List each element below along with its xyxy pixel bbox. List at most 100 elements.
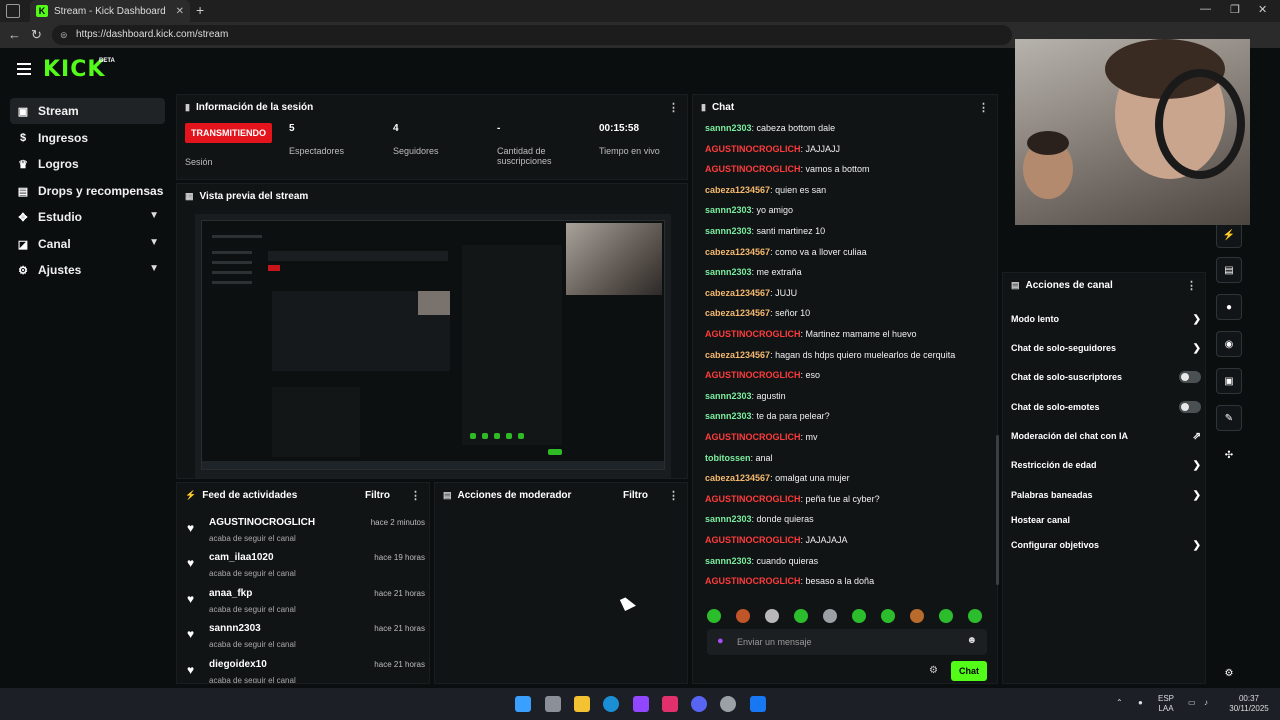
chat-username[interactable]: cabeza1234567 <box>705 288 770 298</box>
action-ai-moderation[interactable]: Moderación del chat con IA ⇗ <box>1011 426 1203 446</box>
chat-message[interactable]: cabeza1234567: quien es san <box>705 185 826 195</box>
sidebar-item-estudio[interactable]: ✥ Estudio ▼ <box>10 204 165 230</box>
settings-icon[interactable]: ⚙ <box>1216 660 1242 686</box>
action-followers-only[interactable]: Chat de solo-seguidores ❯ <box>1011 338 1203 358</box>
chat-username[interactable]: AGUSTINOCROGLICH <box>705 164 801 174</box>
volume-icon[interactable]: ♪ <box>1204 698 1208 708</box>
url-field[interactable]: ⊜ https://dashboard.kick.com/stream <box>52 25 1012 45</box>
back-icon[interactable]: ← <box>8 27 21 42</box>
chat-message[interactable]: sannn2303: agustin <box>705 391 786 401</box>
action-configure-goals[interactable]: Configurar objetivos ❯ <box>1011 535 1203 555</box>
chat-input[interactable] <box>737 633 957 651</box>
sidebar-item-canal[interactable]: ◪ Canal ▼ <box>10 231 165 257</box>
file-explorer-icon[interactable] <box>574 696 590 712</box>
list-item[interactable]: ♥ AGUSTINOCROGLICH acaba de seguir el ca… <box>185 517 425 551</box>
chat-username[interactable]: AGUSTINOCROGLICH <box>705 370 801 380</box>
emote-icon[interactable] <box>910 609 924 623</box>
chat-username[interactable]: sannn2303 <box>705 205 752 215</box>
chat-message[interactable]: AGUSTINOCROGLICH: peña fue al cyber? <box>705 494 880 504</box>
microphone-tray-icon[interactable]: ● <box>1138 698 1143 708</box>
chat-username[interactable]: cabeza1234567 <box>705 473 770 483</box>
action-slow-mode[interactable]: Modo lento ❯ <box>1011 309 1203 329</box>
chat-message[interactable]: cabeza1234567: señor 10 <box>705 308 810 318</box>
list-item[interactable]: ♥ diegoidex10 acaba de seguir el canal h… <box>185 659 425 683</box>
chat-username[interactable]: AGUSTINOCROGLICH <box>705 535 801 545</box>
tab-actions-icon[interactable] <box>6 4 20 18</box>
chat-username[interactable]: AGUSTINOCROGLICH <box>705 576 801 586</box>
emote-icon[interactable] <box>794 609 808 623</box>
chat-message[interactable]: sannn2303: cabeza bottom dale <box>705 123 835 133</box>
chat-username[interactable]: sannn2303 <box>705 514 752 524</box>
chat-username[interactable]: sannn2303 <box>705 391 752 401</box>
clock[interactable]: 00:37 30/11/2025 <box>1224 694 1274 714</box>
sidebar-item-logros[interactable]: ♛ Logros <box>10 151 165 177</box>
chat-message[interactable]: sannn2303: me extraña <box>705 267 802 277</box>
site-info-icon[interactable]: ⊜ <box>60 25 68 45</box>
chat-message[interactable]: AGUSTINOCROGLICH: mv <box>705 432 818 442</box>
chat-username[interactable]: cabeza1234567 <box>705 247 770 257</box>
chat-username[interactable]: sannn2303 <box>705 267 752 277</box>
emote-icon[interactable] <box>823 609 837 623</box>
maximize-icon[interactable]: ❐ <box>1230 3 1240 16</box>
emoji-icon[interactable]: ☻ <box>966 635 977 646</box>
apps-icon[interactable]: ✣ <box>1216 442 1242 468</box>
chat-username[interactable]: sannn2303 <box>705 226 752 236</box>
chat-username[interactable]: cabeza1234567 <box>705 350 770 360</box>
language-indicator[interactable]: ESP LAA <box>1158 694 1174 714</box>
chat-message[interactable]: cabeza1234567: hagan ds hdps quiero muel… <box>705 350 955 360</box>
chat-bubble-icon[interactable]: ● <box>1216 294 1242 320</box>
chat-message[interactable]: sannn2303: te da para pelear? <box>705 411 830 421</box>
instagram-icon[interactable] <box>662 696 678 712</box>
chat-username[interactable]: cabeza1234567 <box>705 308 770 318</box>
chat-message[interactable]: sannn2303: cuando quieras <box>705 556 818 566</box>
chat-username[interactable]: AGUSTINOCROGLICH <box>705 494 801 504</box>
tray-expand-icon[interactable]: ⌃ <box>1116 698 1123 708</box>
reload-icon[interactable]: ↻ <box>31 27 42 43</box>
chat-message[interactable]: AGUSTINOCROGLICH: JAJAJAJA <box>705 535 848 545</box>
close-tab-icon[interactable]: ✕ <box>176 6 184 17</box>
action-banned-words[interactable]: Palabras baneadas ❯ <box>1011 485 1203 505</box>
document-icon[interactable]: ▤ <box>1216 257 1242 283</box>
chat-settings-icon[interactable]: ⚙ <box>929 665 938 676</box>
browser-tab[interactable]: K Stream - Kick Dashboard ✕ <box>30 0 190 22</box>
chat-username[interactable]: cabeza1234567 <box>705 185 770 195</box>
emote-icon[interactable] <box>707 609 721 623</box>
list-item[interactable]: ♥ anaa_fkp acaba de seguir el canal hace… <box>185 588 425 622</box>
microphone-icon[interactable]: ● <box>717 635 724 647</box>
discord-icon[interactable] <box>691 696 707 712</box>
emote-icon[interactable] <box>852 609 866 623</box>
chat-message[interactable]: sannn2303: santi martinez 10 <box>705 226 825 236</box>
chat-message[interactable]: AGUSTINOCROGLICH: vamos a bottom <box>705 164 870 174</box>
chat-username[interactable]: sannn2303 <box>705 123 752 133</box>
filter-button[interactable]: Filtro <box>365 490 390 501</box>
chat-message[interactable]: AGUSTINOCROGLICH: eso <box>705 370 820 380</box>
action-host-channel[interactable]: Hostear canal <box>1011 510 1203 530</box>
more-options-icon[interactable]: ⋮ <box>668 101 679 114</box>
minimize-icon[interactable]: — <box>1200 3 1211 15</box>
edge-browser-icon[interactable] <box>603 696 619 712</box>
chat-username[interactable]: sannn2303 <box>705 556 752 566</box>
chat-message[interactable]: sannn2303: yo amigo <box>705 205 793 215</box>
settings-app-icon[interactable] <box>720 696 736 712</box>
chat-scrollbar[interactable] <box>996 435 999 585</box>
sidebar-item-drops[interactable]: ▤ Drops y recompensas <box>10 178 165 204</box>
filter-button[interactable]: Filtro <box>623 490 648 501</box>
emote-icon[interactable] <box>939 609 953 623</box>
chat-message[interactable]: AGUSTINOCROGLICH: Martinez mamame el hue… <box>705 329 917 339</box>
menu-icon[interactable] <box>17 63 31 75</box>
chat-username[interactable]: tobitossen <box>705 453 751 463</box>
stream-preview-video[interactable] <box>195 214 671 478</box>
windows-start-icon[interactable] <box>515 696 531 712</box>
network-icon[interactable]: ▭ <box>1188 698 1196 708</box>
chat-message[interactable]: AGUSTINOCROGLICH: besaso a la doña <box>705 576 874 586</box>
chat-message[interactable]: cabeza1234567: como va a llover culiaa <box>705 247 867 257</box>
list-item[interactable]: ♥ sannn2303 acaba de seguir el canal hac… <box>185 623 425 657</box>
layout-icon[interactable]: ▣ <box>1216 368 1242 394</box>
sidebar-item-ingresos[interactable]: $ Ingresos <box>10 125 165 151</box>
more-options-icon[interactable]: ⋮ <box>1186 279 1197 292</box>
chat-message[interactable]: AGUSTINOCROGLICH: JAJJAJJ <box>705 144 840 154</box>
action-age-restriction[interactable]: Restricción de edad ❯ <box>1011 455 1203 475</box>
chat-username[interactable]: AGUSTINOCROGLICH <box>705 329 801 339</box>
chat-message[interactable]: cabeza1234567: JUJU <box>705 288 797 298</box>
emote-icon[interactable] <box>968 609 982 623</box>
